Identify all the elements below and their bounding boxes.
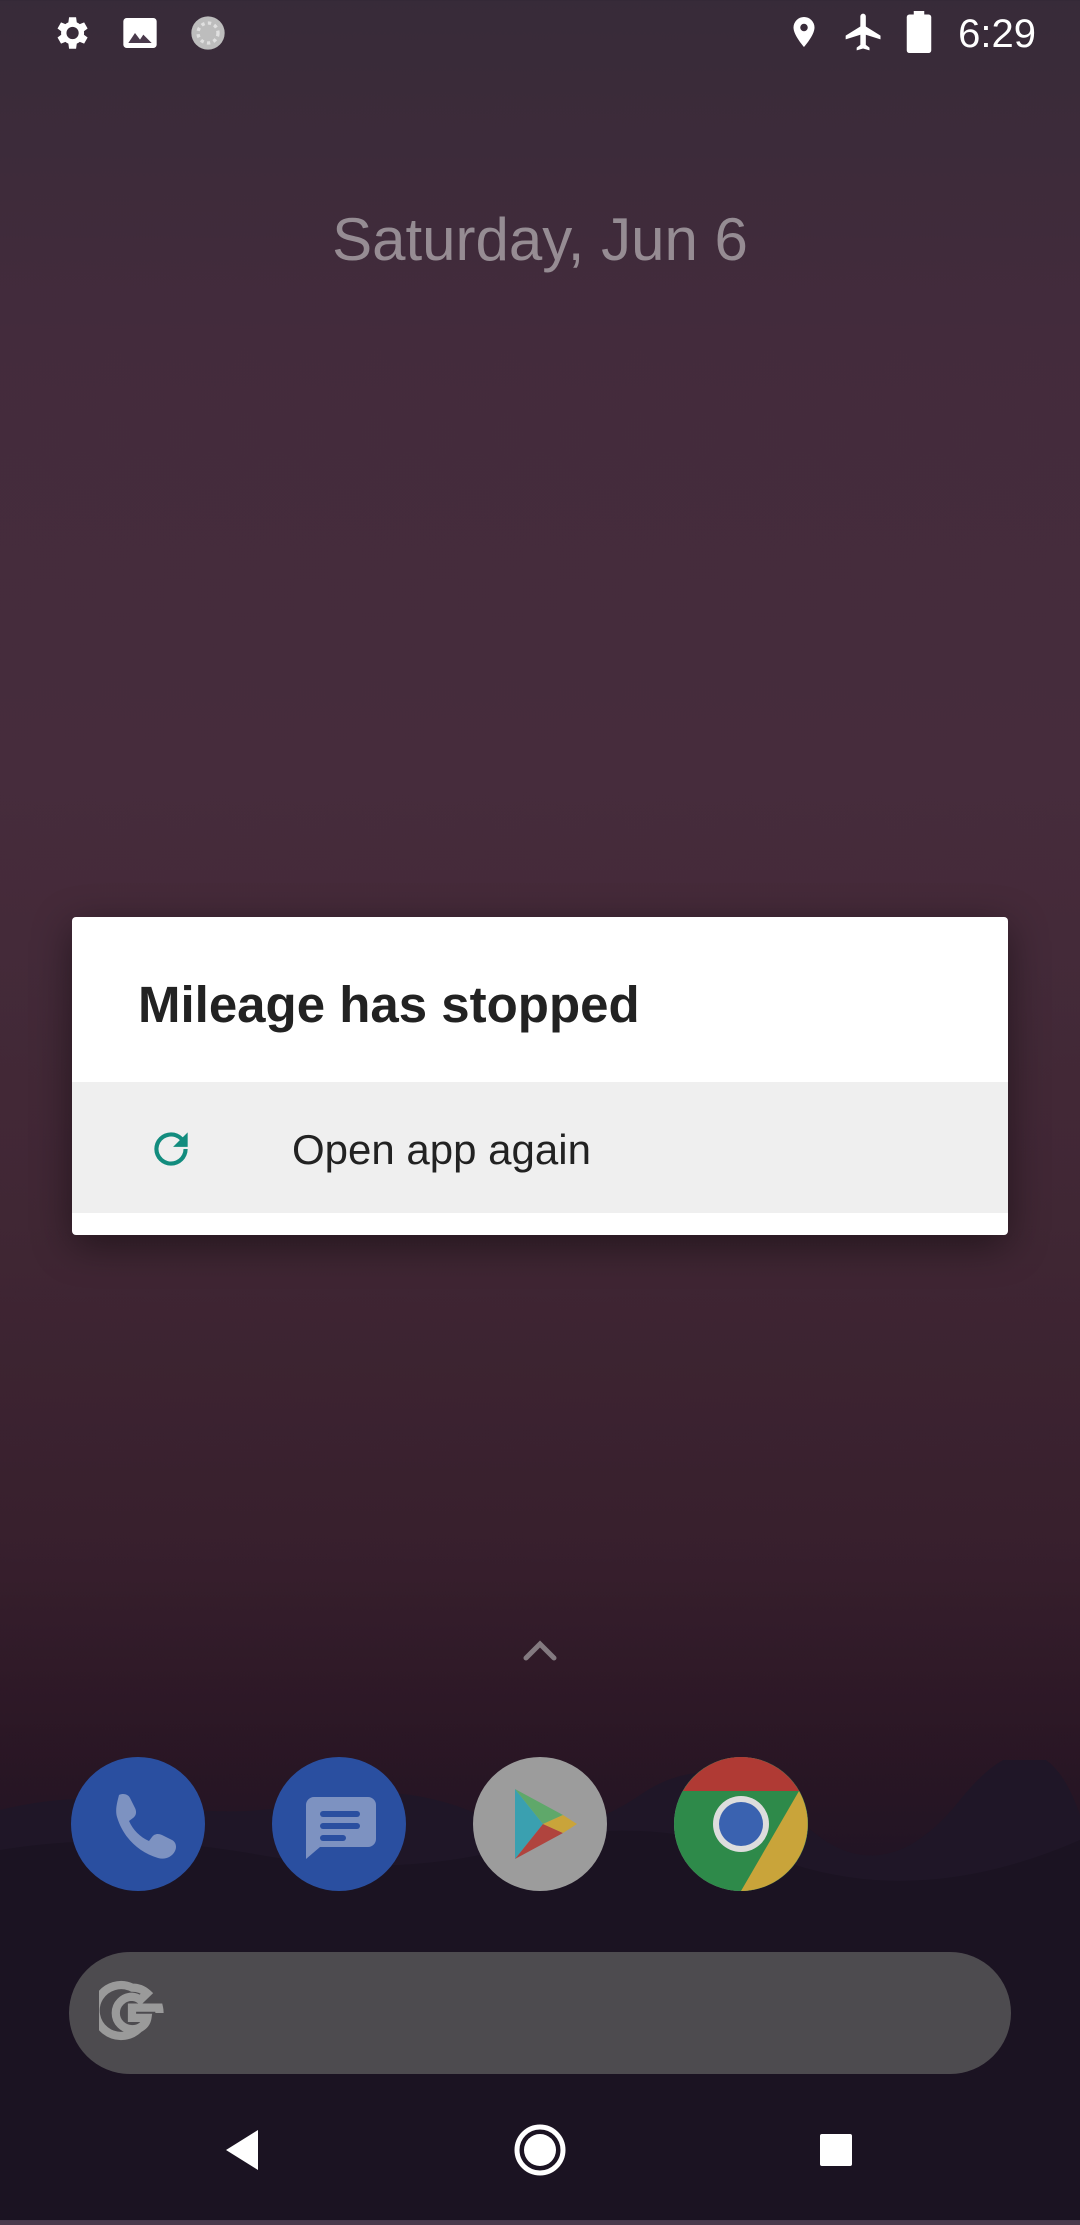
phone-icon[interactable] — [71, 1757, 205, 1891]
home-button[interactable] — [512, 2122, 568, 2183]
battery-icon — [906, 11, 932, 58]
recents-button[interactable] — [818, 2132, 854, 2173]
airplane-icon — [842, 10, 886, 59]
chrome-icon[interactable] — [674, 1757, 808, 1891]
gear-icon — [50, 12, 92, 59]
refresh-icon — [146, 1124, 196, 1179]
open-app-again-button[interactable]: Open app again — [72, 1082, 1008, 1213]
open-app-again-label: Open app again — [292, 1126, 591, 1173]
image-icon — [120, 13, 160, 58]
dialog-title: Mileage has stopped — [138, 976, 640, 1033]
clock: 6:29 — [958, 12, 1036, 56]
google-search-bar[interactable] — [69, 1952, 1011, 2074]
play-store-icon[interactable] — [473, 1757, 607, 1891]
loading-icon — [188, 13, 228, 58]
home-date[interactable]: Saturday, Jun 6 — [0, 205, 1080, 274]
back-button[interactable] — [220, 2126, 264, 2179]
messages-icon[interactable] — [272, 1757, 406, 1891]
google-g-icon — [91, 1980, 165, 2051]
chevron-up-icon[interactable] — [520, 1636, 560, 1669]
location-icon — [786, 11, 822, 58]
app-stopped-dialog: Mileage has stopped Open app again — [72, 917, 1008, 1235]
status-bar: 6:29 — [0, 0, 1080, 66]
navigation-bar — [0, 2100, 1080, 2220]
